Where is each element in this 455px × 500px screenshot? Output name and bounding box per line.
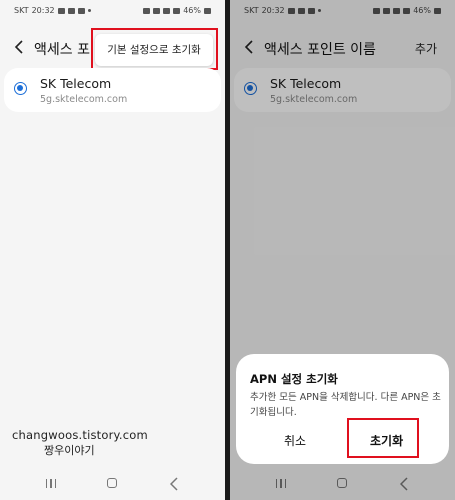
- carrier: SKT: [14, 6, 29, 15]
- battery-icon: [204, 7, 211, 14]
- watermark-url: changwoos.tistory.com: [12, 428, 148, 442]
- alarm-icon: [143, 7, 151, 14]
- nav-back-icon[interactable]: [170, 477, 178, 491]
- reset-apn-dialog: APN 설정 초기화 추가한 모든 APN을 삭제합니다. 다른 APN은 초기…: [236, 354, 449, 464]
- reset-confirm-button[interactable]: 초기화: [370, 432, 403, 449]
- battery-level: 46%: [183, 6, 201, 15]
- apn-list-item[interactable]: SK Telecom 5g.sktelecom.com: [4, 68, 221, 112]
- apn-name: SK Telecom: [40, 76, 112, 91]
- mute-icon: [153, 7, 161, 14]
- right-screen: SKT 20:32 46% 액세스 포인트 이름 추가 SK Telecom 5…: [230, 0, 455, 500]
- watermark-name: 짱우이야기: [44, 444, 95, 457]
- message-icon: [57, 7, 65, 14]
- reset-to-default-menu-item[interactable]: 기본 설정으로 초기화: [95, 34, 213, 66]
- notification-icon: [77, 7, 85, 14]
- notification-icon: [67, 7, 75, 14]
- dialog-message: 추가한 모든 APN을 삭제합니다. 다른 APN은 초기화됩니다.: [250, 392, 441, 418]
- apn-address: 5g.sktelecom.com: [40, 94, 128, 105]
- more-notifications-icon: [87, 9, 91, 12]
- left-screen: SKT 20:32 46% 액세스 포 기본 설정으로 초기화 SK Telec…: [0, 0, 225, 500]
- home-icon[interactable]: [107, 478, 117, 488]
- status-time: 20:32: [31, 6, 55, 15]
- back-arrow-icon[interactable]: [12, 36, 26, 58]
- page-title: 액세스 포: [34, 42, 90, 58]
- dialog-title: APN 설정 초기화: [250, 372, 338, 386]
- recent-apps-icon[interactable]: [46, 479, 56, 488]
- signal-icon: [173, 7, 181, 14]
- radio-selected-icon[interactable]: [14, 82, 27, 95]
- wifi-icon: [163, 7, 171, 14]
- navigation-bar: [0, 468, 225, 500]
- status-bar: SKT 20:32 46%: [0, 0, 225, 22]
- cancel-button[interactable]: 취소: [284, 432, 306, 449]
